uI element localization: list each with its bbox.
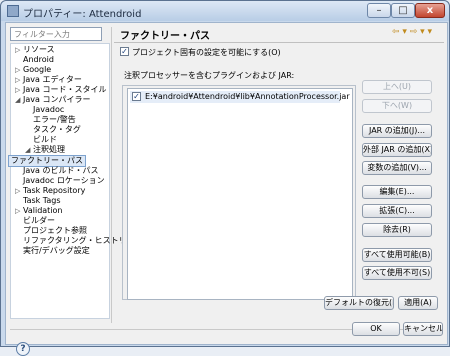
- filter-input[interactable]: フィルター入力: [10, 27, 102, 41]
- tree-item-label: Validation: [23, 206, 63, 215]
- expand-icon[interactable]: ▷: [15, 65, 20, 75]
- tree-item-label: Task Tags: [23, 196, 61, 205]
- tree-item-label: Javadoc ロケーション: [23, 176, 105, 185]
- cancel-button[interactable]: キャンセル: [403, 322, 443, 336]
- tree-item-label: リファクタリング・ヒストリー: [23, 236, 135, 245]
- tree-item-javadoc[interactable]: Javadoc: [33, 105, 64, 115]
- tree-item-label: Task Repository: [23, 186, 86, 195]
- tree-item-task-repository[interactable]: ▷ Task Repository: [15, 186, 86, 196]
- tree-item-label: Java コード・スタイル: [23, 85, 107, 94]
- add-variable-button[interactable]: 変数の追加(V)...: [362, 161, 432, 175]
- help-icon[interactable]: ?: [16, 342, 30, 356]
- tree-item-label: プロジェクト参照: [23, 226, 87, 235]
- title-separator: [114, 42, 444, 43]
- tree-item-java-editor[interactable]: ▷ Java エディター: [15, 75, 82, 85]
- expand-icon[interactable]: ▷: [15, 75, 20, 85]
- expand-icon[interactable]: ▷: [15, 186, 20, 196]
- tree-item-label: リソース: [23, 45, 55, 54]
- tree-item-label: Google: [23, 65, 52, 74]
- disable-all-button[interactable]: すべて使用不可(S): [362, 266, 432, 280]
- tree-item-javadoc-location[interactable]: Javadoc ロケーション: [23, 176, 105, 186]
- tree-item-android[interactable]: Android: [23, 55, 54, 65]
- tree-item-run-debug-settings[interactable]: 実行/デバッグ設定: [23, 246, 90, 256]
- edit-button[interactable]: 編集(E)...: [362, 185, 432, 199]
- maximize-button[interactable]: □: [391, 3, 415, 18]
- window-title: プロパティー: Attendroid: [23, 9, 142, 20]
- minimize-icon: –: [376, 5, 382, 16]
- tree-item-label: 注釈処理: [33, 145, 65, 154]
- tree-item-java-build-path[interactable]: Java のビルド・パス: [23, 166, 98, 176]
- tree-item-label: ビルド: [33, 135, 57, 144]
- tree-item-label: タスク・タグ: [33, 125, 81, 134]
- enable-project-settings-checkbox[interactable]: ✓: [120, 47, 129, 56]
- collapse-icon[interactable]: ◢: [15, 95, 20, 105]
- ok-button[interactable]: OK: [352, 322, 400, 336]
- plugins-jar-label: 注釈プロセッサーを含むプラグインおよび JAR:: [124, 71, 295, 80]
- window-icon: [7, 5, 19, 17]
- history-nav-icon[interactable]: ⇦ ▾ ⇨ ▾ ▾: [392, 27, 432, 37]
- add-external-jar-button[interactable]: 外部 JAR の追加(X)...: [362, 143, 432, 157]
- dialog-client-area: フィルター入力 ▷ リソース Android ▷ Google ▷ Java エ…: [5, 22, 448, 356]
- tree-item-label: 実行/デバッグ設定: [23, 246, 90, 255]
- tree-item-project-references[interactable]: プロジェクト参照: [23, 226, 87, 236]
- tree-item-label: Java コンパイラー: [23, 95, 91, 104]
- panel-divider[interactable]: [111, 27, 112, 323]
- tree-item-errors-warnings[interactable]: エラー/警告: [33, 115, 76, 125]
- tree-item-builders[interactable]: ビルダー: [23, 216, 55, 226]
- tree-item-label: エラー/警告: [33, 115, 76, 124]
- tree-item-build[interactable]: ビルド: [33, 135, 57, 145]
- close-icon: x: [426, 5, 434, 16]
- properties-dialog: プロパティー: Attendroid – □ x フィルター入力 ▷ リソース …: [0, 0, 450, 356]
- factory-path-list: ✓ E:¥android¥Attendroid¥lib¥AnnotationPr…: [127, 88, 353, 300]
- close-button[interactable]: x: [415, 3, 445, 18]
- minimize-button[interactable]: –: [367, 3, 391, 18]
- expand-icon[interactable]: ▷: [15, 206, 20, 216]
- tree-item-java-code-style[interactable]: ▷ Java コード・スタイル: [15, 85, 107, 95]
- title-bar: プロパティー: Attendroid – □ x: [1, 1, 449, 21]
- collapse-icon[interactable]: ◢: [25, 145, 30, 155]
- category-tree: ▷ リソース Android ▷ Google ▷ Java エディター ▷ J…: [8, 43, 135, 319]
- expand-icon[interactable]: ▷: [15, 45, 20, 55]
- list-item[interactable]: ✓ E:¥android¥Attendroid¥lib¥AnnotationPr…: [130, 91, 350, 103]
- expand-icon[interactable]: ▷: [15, 85, 20, 95]
- jar-enabled-checkbox[interactable]: ✓: [132, 92, 141, 101]
- tree-item-validation[interactable]: ▷ Validation: [15, 206, 63, 216]
- add-jar-button[interactable]: JAR の追加(J)...: [362, 124, 432, 138]
- tree-item-task-tags[interactable]: Task Tags: [23, 196, 61, 206]
- down-button[interactable]: 下へ(W): [362, 99, 432, 113]
- tree-item-label: ファクトリー・パス: [11, 156, 83, 165]
- tree-item-google[interactable]: ▷ Google: [15, 65, 52, 75]
- maximize-icon: □: [398, 5, 408, 16]
- tree-item-label: ビルダー: [23, 216, 55, 225]
- tree-item-annotation-processing[interactable]: ◢ 注釈処理: [25, 145, 65, 155]
- remove-button[interactable]: 除去(R): [362, 223, 432, 237]
- tree-item-label: Java エディター: [23, 75, 82, 84]
- apply-button[interactable]: 適用(A): [398, 296, 438, 310]
- up-button[interactable]: 上へ(U): [362, 80, 432, 94]
- page-title: ファクトリー・パス: [120, 31, 210, 42]
- tree-item-label: Android: [23, 55, 54, 64]
- enable-all-button[interactable]: すべて使用可能(B): [362, 248, 432, 262]
- tree-item-refactoring-history[interactable]: リファクタリング・ヒストリー: [23, 236, 135, 246]
- advanced-button[interactable]: 拡張(C)...: [362, 204, 432, 218]
- restore-defaults-button[interactable]: デフォルトの復元(D): [324, 296, 394, 310]
- tree-item-task-tags-jp[interactable]: タスク・タグ: [33, 125, 81, 135]
- tree-item-label: Javadoc: [33, 105, 65, 114]
- jar-path: E:¥android¥Attendroid¥lib¥AnnotationProc…: [145, 92, 350, 101]
- tree-item-java-compiler[interactable]: ◢ Java コンパイラー: [15, 95, 91, 105]
- tree-item-resource[interactable]: ▷ リソース: [15, 45, 55, 55]
- tree-item-label: Java のビルド・パス: [23, 166, 99, 175]
- enable-project-settings-label: プロジェクト固有の設定を可能にする(O): [132, 48, 281, 57]
